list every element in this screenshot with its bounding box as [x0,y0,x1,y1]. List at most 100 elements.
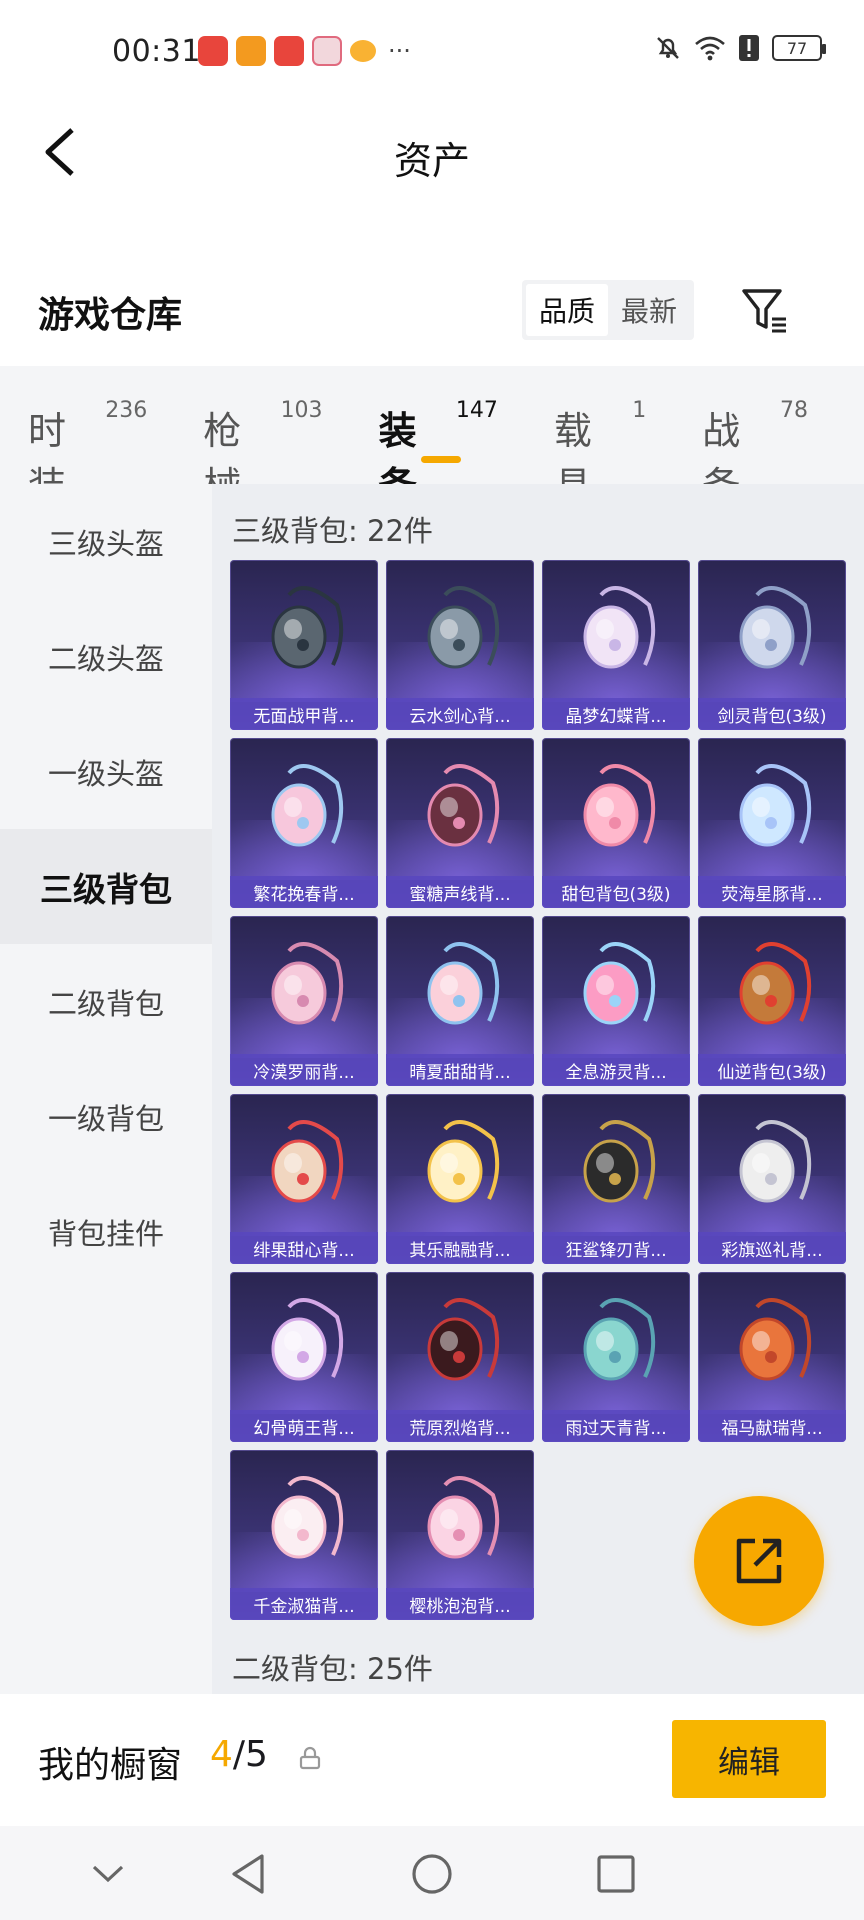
tab-supplies[interactable]: 战备 78 [702,366,808,508]
ghost-backpack-icon [230,1282,378,1402]
backpack-item-card[interactable]: 狂鲨锋刃背... [542,1094,690,1264]
triangle-back-icon [232,1854,264,1894]
sidebar-item-lv3-helmet[interactable]: 三级头盔 [0,484,212,599]
backpack-item-card[interactable]: 福马献瑞背... [698,1272,846,1442]
nav-recents-button[interactable] [588,1846,644,1902]
flower-backpack-icon [230,748,378,868]
drum-backpack-icon [698,1104,846,1224]
backpack-item-card[interactable]: 荒原烈焰背... [386,1272,534,1442]
item-name: 冷漠罗丽背... [230,1054,378,1086]
clown-backpack-icon [230,1104,378,1224]
tab-equipment[interactable]: 装备 147 [379,366,498,508]
battery-icon: 77 [772,35,826,61]
wifi-icon [695,36,725,61]
tab-count: 236 [105,398,148,423]
tab-vehicles[interactable]: 载具 1 [554,366,646,508]
butterfly-backpack-icon [542,570,690,690]
sort-quality-button[interactable]: 品质 [526,284,608,336]
warehouse-title: 游戏仓库 [38,295,183,336]
bow-backpack-icon [386,1460,534,1580]
backpack-item-card[interactable]: 无面战甲背... [230,560,378,730]
nav-home-button[interactable] [404,1846,460,1902]
item-name: 荒原烈焰背... [386,1410,534,1442]
item-name: 无面战甲背... [230,698,378,730]
backpack-item-card[interactable]: 幻骨萌王背... [230,1272,378,1442]
showcase-current: 4 [210,1734,233,1775]
signal-alert-icon [739,35,759,61]
tab-count: 78 [780,398,808,423]
sidebar-item-lv1-backpack[interactable]: 一级背包 [0,1059,212,1174]
huawei-store-icon [274,36,304,66]
shell-backpack-icon [386,926,534,1046]
backpack-item-card[interactable]: 千金淑猫背... [230,1450,378,1620]
dolphin-backpack-icon [698,748,846,868]
backpack-item-card[interactable]: 甜包背包(3级) [542,738,690,908]
tab-firearms[interactable]: 枪械 103 [203,366,322,508]
item-grid: 无面战甲背... 云水剑心背... 晶梦幻蝶背... 剑灵背包(3级) 繁花挽春背...… [230,560,846,1620]
game-mascot-icon [350,40,376,62]
item-name: 蜜糖声线背... [386,876,534,908]
item-name: 晴夏甜甜背... [386,1054,534,1086]
sort-newest-button[interactable]: 最新 [608,284,690,336]
backpack-item-card[interactable]: 云水剑心背... [386,560,534,730]
item-name: 福马献瑞背... [698,1410,846,1442]
sidebar-item-lv3-backpack[interactable]: 三级背包 [0,829,212,944]
share-button[interactable] [694,1496,824,1626]
horse-backpack-icon [698,1282,846,1402]
backpack-item-card[interactable]: 仙逆背包(3级) [698,916,846,1086]
nav-back-button[interactable] [220,1846,276,1902]
armor-backpack-icon [230,570,378,690]
circle-home-icon [412,1854,452,1894]
backpack-item-card[interactable]: 荧海星豚背... [698,738,846,908]
sidebar-item-lv2-helmet[interactable]: 二级头盔 [0,599,212,714]
backpack-item-card[interactable]: 樱桃泡泡背... [386,1450,534,1620]
active-tab-indicator [420,456,461,463]
backpack-item-card[interactable]: 晴夏甜甜背... [386,916,534,1086]
ornament-backpack-icon [698,926,846,1046]
shark-backpack-icon [542,1104,690,1224]
item-name: 全息游灵背... [542,1054,690,1086]
item-name: 晶梦幻蝶背... [542,698,690,730]
sidebar-item-lv2-backpack[interactable]: 二级背包 [0,944,212,1059]
backpack-item-card[interactable]: 剑灵背包(3级) [698,560,846,730]
lock-icon [299,1746,321,1770]
backpack-item-card[interactable]: 绯果甜心背... [230,1094,378,1264]
item-name: 雨过天青背... [542,1410,690,1442]
backpack-item-card[interactable]: 蜜糖声线背... [386,738,534,908]
heart-backpack-icon [230,926,378,1046]
vase-backpack-icon [542,1282,690,1402]
group-title-lv2-backpack: 二级背包: 25件 [232,1652,433,1686]
item-name: 云水剑心背... [386,698,534,730]
item-name: 剑灵背包(3级) [698,698,846,730]
sort-toggle: 品质 最新 [522,280,694,340]
item-name: 樱桃泡泡背... [386,1588,534,1620]
sidebar: 三级头盔 二级头盔 一级头盔 三级背包 二级背包 一级背包 背包挂件 [0,484,212,1694]
backpack-item-card[interactable]: 繁花挽春背... [230,738,378,908]
sidebar-item-backpack-charm[interactable]: 背包挂件 [0,1174,212,1289]
backpack-item-card[interactable]: 冷漠罗丽背... [230,916,378,1086]
item-name: 绯果甜心背... [230,1232,378,1264]
filter-icon [742,289,786,333]
sidebar-item-lv1-helmet[interactable]: 一级头盔 [0,714,212,829]
item-name: 狂鲨锋刃背... [542,1232,690,1264]
guitar-backpack-icon [386,748,534,868]
item-name: 其乐融融背... [386,1232,534,1264]
backpack-item-card[interactable]: 其乐融融背... [386,1094,534,1264]
edit-button[interactable]: 编辑 [672,1720,826,1798]
page-title: 资产 [393,139,470,183]
tab-fashion[interactable]: 时装 236 [28,366,148,508]
backpack-item-card[interactable]: 晶梦幻蝶背... [542,560,690,730]
system-icons: 77 [654,34,826,62]
item-name: 甜包背包(3级) [542,876,690,908]
square-recents-icon [597,1855,635,1893]
backpack-item-card[interactable]: 彩旗巡礼背... [698,1094,846,1264]
filter-button[interactable] [736,282,794,340]
item-name: 荧海星豚背... [698,876,846,908]
gift-box-icon [312,36,342,66]
apple-backpack-icon [542,926,690,1046]
backpack-item-card[interactable]: 雨过天青背... [542,1272,690,1442]
backpack-item-card[interactable]: 全息游灵背... [542,916,690,1086]
nav-collapse-button[interactable] [80,1846,136,1902]
item-name: 彩旗巡礼背... [698,1232,846,1264]
showcase-count: 4/5 [210,1734,268,1775]
